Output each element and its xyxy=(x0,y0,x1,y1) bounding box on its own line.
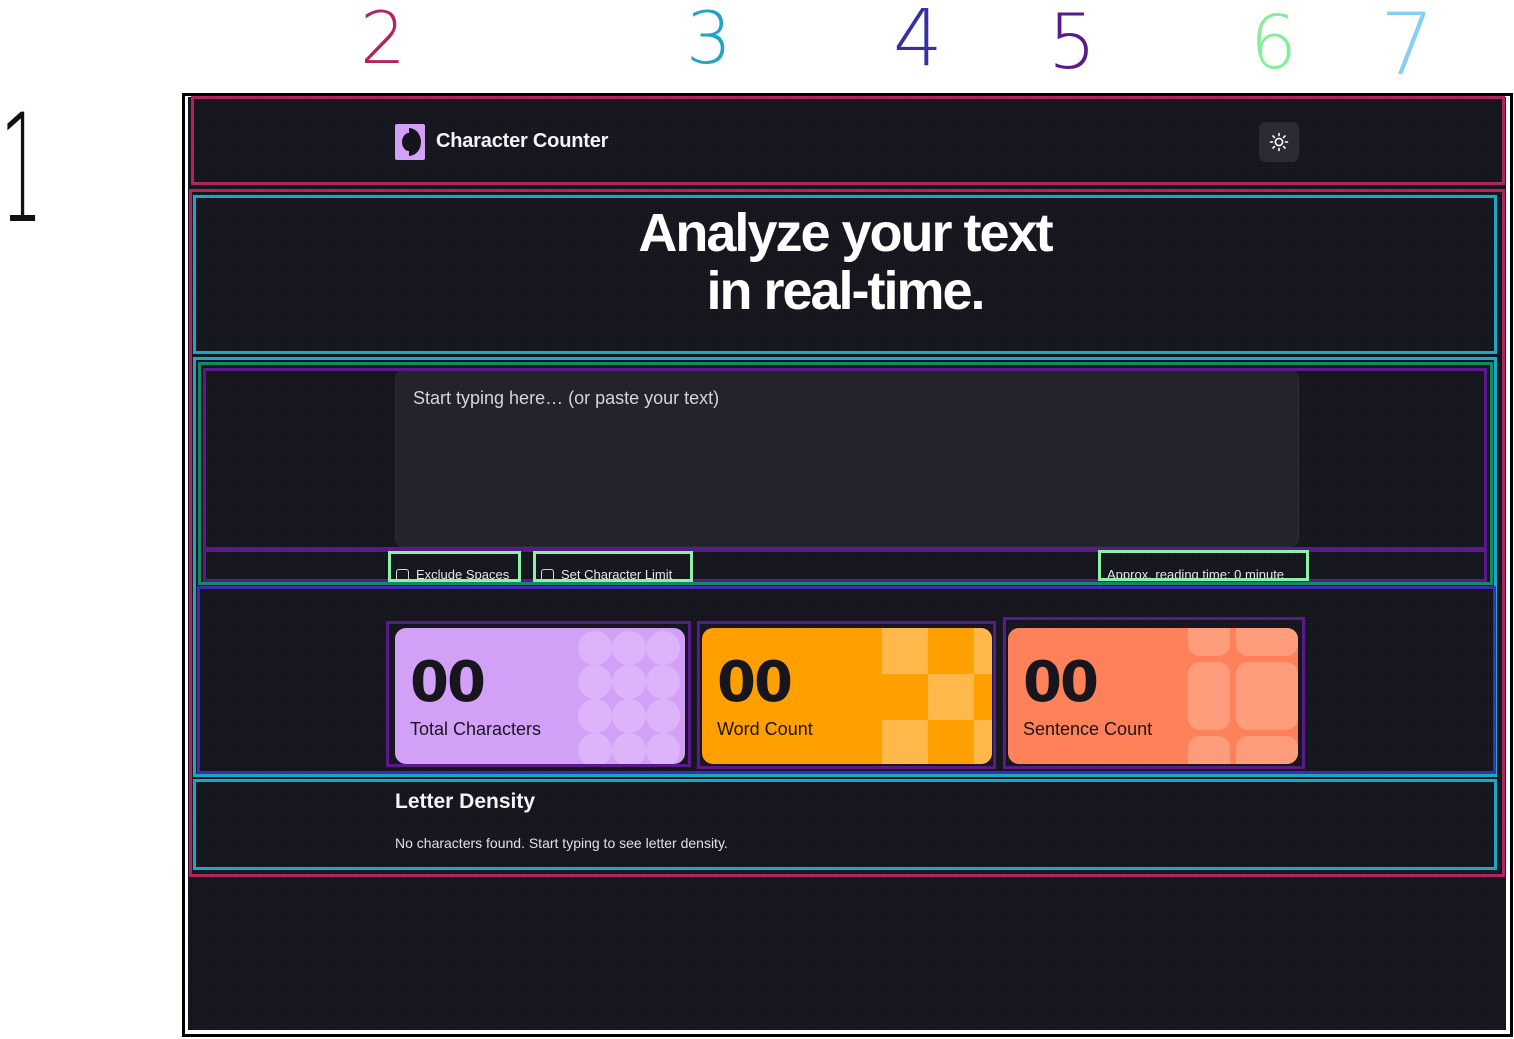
annotation-label-4: 4 xyxy=(893,0,943,84)
character-limit-label: Set Character Limit xyxy=(561,567,673,580)
exclude-spaces-checkbox[interactable] xyxy=(396,569,409,580)
sentence-count-label: Sentence Count xyxy=(1023,719,1153,739)
total-characters-label: Total Characters xyxy=(410,719,542,739)
sentence-count-value: 00 xyxy=(1023,650,1099,715)
rounded-square-pattern-icon xyxy=(1188,628,1298,764)
sun-icon xyxy=(1269,132,1289,152)
annotation-label-2: 2 xyxy=(360,0,406,80)
character-limit-option[interactable]: Set Character Limit xyxy=(541,564,687,580)
annotation-label-5: 5 xyxy=(1048,0,1097,86)
character-limit-checkbox[interactable] xyxy=(541,569,554,580)
word-count-label: Word Count xyxy=(717,719,813,739)
annotated-screenshot: 1 2 3 4 5 6 7 Character Counter Analyze … xyxy=(0,0,1514,1039)
annotation-label-3: 3 xyxy=(686,0,732,80)
letter-density-empty-message: No characters found. Start typing to see… xyxy=(395,835,728,851)
app-title: Character Counter xyxy=(436,130,609,152)
exclude-spaces-label: Exclude Spaces xyxy=(416,567,510,580)
annotation-label-1: 1 xyxy=(0,83,43,257)
hero-line-1: Analyze your text xyxy=(638,203,1053,263)
reading-time: Approx. reading time: 0 minute xyxy=(1107,564,1303,580)
stat-card-word-count: 00 Word Count xyxy=(702,628,992,764)
text-input-area[interactable] xyxy=(395,370,1299,547)
word-count-value: 00 xyxy=(717,650,793,715)
reading-time-text: Approx. reading time: 0 minute xyxy=(1107,567,1285,580)
circle-pattern-icon xyxy=(578,631,680,764)
letter-density-title: Letter Density xyxy=(395,790,536,813)
stat-card-total-characters: 00 Total Characters xyxy=(395,628,685,764)
checker-pattern-icon xyxy=(882,628,992,764)
annotation-label-7: 7 xyxy=(1380,0,1435,95)
total-characters-value: 00 xyxy=(410,650,486,715)
hero-heading: Analyze your text in real-time. xyxy=(196,204,1494,320)
annotation-label-6: 6 xyxy=(1250,0,1298,86)
theme-toggle-button[interactable] xyxy=(1259,122,1299,162)
hero-line-2: in real-time. xyxy=(706,261,985,321)
exclude-spaces-option[interactable]: Exclude Spaces xyxy=(396,564,517,580)
app-logo-icon xyxy=(395,124,425,160)
stat-card-sentence-count: 00 Sentence Count xyxy=(1008,628,1298,764)
